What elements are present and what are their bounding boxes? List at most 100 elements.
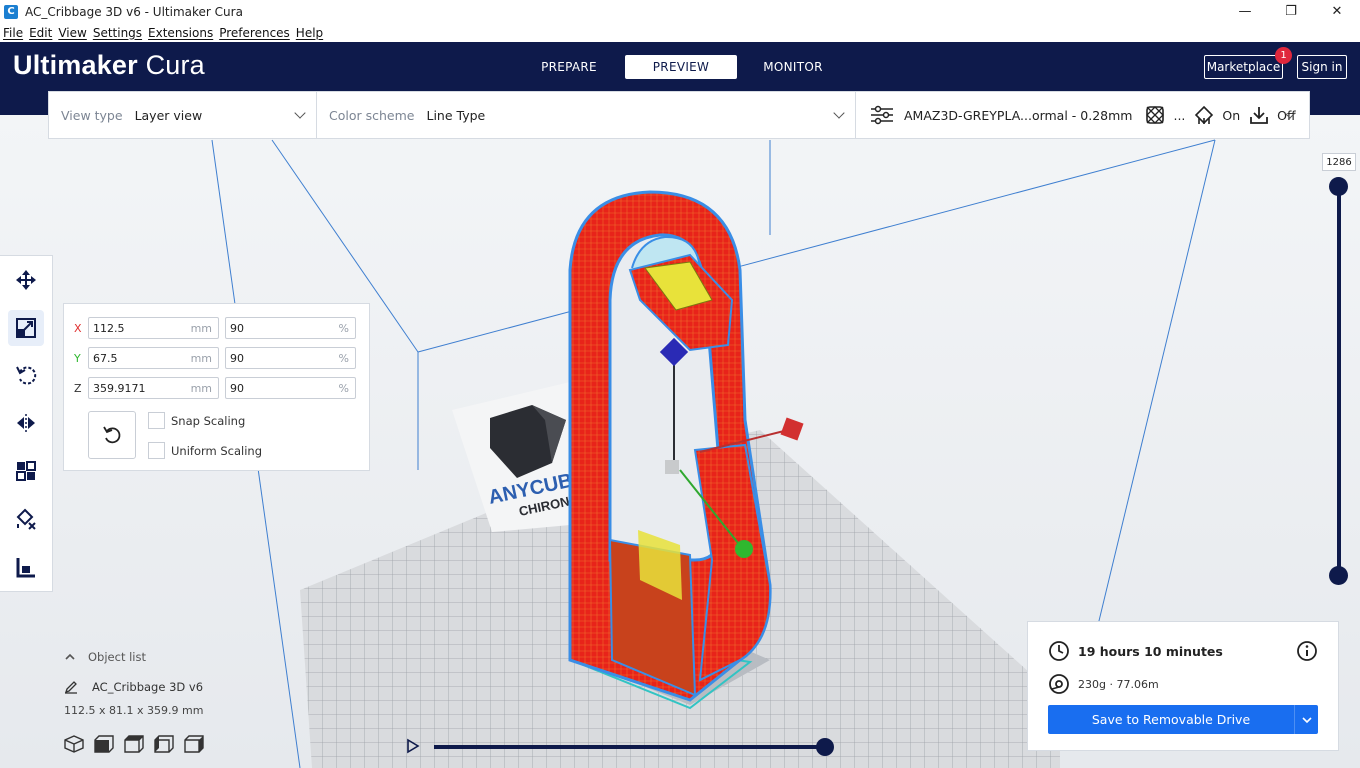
layer-path-slider-track[interactable] bbox=[434, 745, 826, 749]
object-list-panel: Object list AC_Cribbage 3D v6 112.5 x 81… bbox=[64, 650, 324, 717]
reset-scale-button[interactable] bbox=[88, 411, 136, 459]
x-percent-field[interactable]: 90 % bbox=[225, 317, 356, 339]
support-blocker-icon bbox=[16, 508, 36, 530]
tab-prepare[interactable]: PREPARE bbox=[513, 55, 625, 79]
z-size-unit: mm bbox=[190, 382, 212, 395]
object-name-row[interactable]: AC_Cribbage 3D v6 bbox=[64, 680, 324, 694]
menu-help[interactable]: Help bbox=[296, 26, 323, 40]
save-button-label: Save to Removable Drive bbox=[1091, 712, 1251, 727]
tab-monitor[interactable]: MONITOR bbox=[737, 55, 849, 79]
z-percent-value: 90 bbox=[230, 381, 244, 395]
infill-value: ... bbox=[1173, 107, 1186, 123]
menu-preferences[interactable]: Preferences bbox=[219, 26, 290, 40]
notification-badge: 1 bbox=[1275, 47, 1292, 64]
color-scheme-dropdown[interactable]: Color scheme Line Type bbox=[317, 92, 856, 138]
y-percent-unit: % bbox=[338, 352, 349, 365]
maximize-button[interactable]: ❐ bbox=[1268, 0, 1314, 23]
menu-file[interactable]: File bbox=[3, 26, 23, 40]
snap-scaling-checkbox[interactable] bbox=[148, 412, 165, 429]
rotate-icon bbox=[16, 366, 37, 385]
tab-preview[interactable]: PREVIEW bbox=[625, 55, 737, 79]
mirror-tool-button[interactable] bbox=[8, 405, 44, 441]
3d-view-icon[interactable] bbox=[64, 735, 84, 753]
move-tool-button[interactable] bbox=[8, 262, 44, 298]
left-view-icon[interactable] bbox=[154, 735, 174, 753]
uniform-scaling-label: Uniform Scaling bbox=[171, 443, 263, 458]
object-list-toggle[interactable]: Object list bbox=[64, 650, 324, 664]
x-percent-unit: % bbox=[338, 322, 349, 335]
minimize-button[interactable]: — bbox=[1222, 0, 1268, 23]
chevron-down-icon bbox=[833, 107, 845, 119]
stage-tabs: PREPARE PREVIEW MONITOR bbox=[513, 55, 849, 79]
snap-scaling-label: Snap Scaling bbox=[171, 413, 246, 428]
z-size-field[interactable]: 359.9171 mm bbox=[88, 377, 219, 399]
camera-view-buttons bbox=[64, 735, 214, 753]
save-options-dropdown[interactable] bbox=[1294, 705, 1318, 734]
view-toolbar: View type Layer view Color scheme Line T… bbox=[48, 91, 1310, 139]
close-button[interactable]: ✕ bbox=[1314, 0, 1360, 23]
layer-number-field[interactable]: 1286 bbox=[1322, 153, 1356, 171]
y-size-unit: mm bbox=[190, 352, 212, 365]
uniform-scaling-checkbox[interactable] bbox=[148, 442, 165, 459]
scale-tool-button[interactable] bbox=[8, 310, 44, 346]
print-time-row: 19 hours 10 minutes bbox=[1048, 640, 1223, 662]
layer-slider-bottom-handle[interactable] bbox=[1329, 566, 1348, 585]
object-name: AC_Cribbage 3D v6 bbox=[92, 680, 204, 694]
mirror-icon bbox=[17, 414, 35, 432]
menu-extensions[interactable]: Extensions bbox=[148, 26, 213, 40]
per-model-settings-button[interactable] bbox=[8, 453, 44, 489]
brand-light: Cura bbox=[145, 50, 205, 80]
scale-z-row: Z 359.9171 mm 90 % bbox=[74, 377, 356, 399]
lay-flat-icon bbox=[16, 558, 35, 578]
x-axis-label: X bbox=[74, 321, 82, 335]
object-dimensions: 112.5 x 81.1 x 359.9 mm bbox=[64, 704, 204, 717]
x-size-unit: mm bbox=[190, 322, 212, 335]
front-view-icon[interactable] bbox=[94, 735, 114, 753]
object-list-label: Object list bbox=[88, 650, 146, 664]
print-info-panel: 19 hours 10 minutes 230g · 77.06m Save t… bbox=[1027, 621, 1339, 751]
y-size-value: 67.5 bbox=[93, 351, 118, 365]
model-preview bbox=[568, 190, 772, 702]
y-percent-value: 90 bbox=[230, 351, 244, 365]
infill-icon bbox=[1146, 106, 1165, 124]
rotate-tool-button[interactable] bbox=[8, 357, 44, 393]
layer-slider-track[interactable] bbox=[1337, 186, 1341, 576]
menu-edit[interactable]: Edit bbox=[29, 26, 52, 40]
settings-sliders-icon bbox=[870, 105, 894, 125]
view-type-dropdown[interactable]: View type Layer view bbox=[49, 92, 317, 138]
marketplace-button[interactable]: Marketplace bbox=[1204, 55, 1283, 79]
y-axis-label: Y bbox=[74, 351, 81, 365]
scale-panel: X 112.5 mm 90 % Y 67.5 mm 90 % Z 359.917… bbox=[63, 303, 370, 471]
filament-spool-icon bbox=[1049, 674, 1069, 694]
z-size-value: 359.9171 bbox=[93, 381, 146, 395]
support-value: On bbox=[1222, 107, 1241, 123]
brand-logo: Ultimaker Cura bbox=[13, 50, 205, 81]
snap-scaling-option[interactable]: Snap Scaling bbox=[148, 412, 245, 429]
sign-in-button[interactable]: Sign in bbox=[1297, 55, 1347, 79]
menu-settings[interactable]: Settings bbox=[93, 26, 142, 40]
chevron-up-icon bbox=[65, 653, 75, 660]
pencil-icon bbox=[64, 681, 77, 694]
z-percent-field[interactable]: 90 % bbox=[225, 377, 356, 399]
save-to-removable-drive-button[interactable]: Save to Removable Drive bbox=[1048, 705, 1318, 734]
clock-icon bbox=[1049, 641, 1069, 661]
y-size-field[interactable]: 67.5 mm bbox=[88, 347, 219, 369]
z-percent-unit: % bbox=[338, 382, 349, 395]
chevron-down-icon bbox=[294, 107, 306, 119]
top-view-icon[interactable] bbox=[124, 735, 144, 753]
play-icon[interactable] bbox=[406, 738, 420, 754]
x-size-field[interactable]: 112.5 mm bbox=[88, 317, 219, 339]
print-time: 19 hours 10 minutes bbox=[1078, 643, 1223, 659]
print-settings-selector[interactable]: AMAZ3D-GREYPLA...ormal - 0.28mm ... On O… bbox=[856, 92, 1308, 138]
layer-slider-top-handle[interactable] bbox=[1329, 177, 1348, 196]
layer-path-slider-handle[interactable] bbox=[816, 738, 834, 756]
support-blocker-button[interactable] bbox=[8, 501, 44, 537]
info-icon[interactable] bbox=[1296, 640, 1318, 662]
tool-column bbox=[0, 255, 53, 592]
y-percent-field[interactable]: 90 % bbox=[225, 347, 356, 369]
uniform-scaling-option[interactable]: Uniform Scaling bbox=[148, 442, 262, 459]
lay-flat-button[interactable] bbox=[8, 549, 44, 585]
menu-bar: File Edit View Settings Extensions Prefe… bbox=[0, 23, 1360, 42]
right-view-icon[interactable] bbox=[184, 735, 204, 753]
menu-view[interactable]: View bbox=[58, 26, 86, 40]
